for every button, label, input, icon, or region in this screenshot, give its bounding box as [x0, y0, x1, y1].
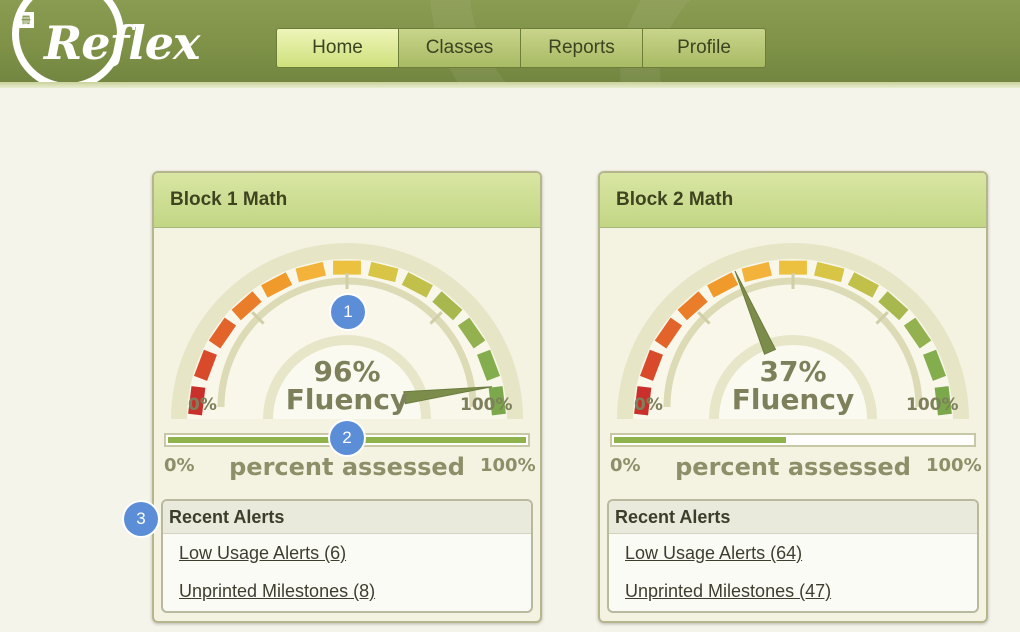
recent-alerts-title: Recent Alerts	[163, 501, 531, 534]
nav-tab-classes[interactable]: Classes	[399, 29, 521, 67]
class-card-title[interactable]: Block 1 Math	[154, 173, 540, 228]
gauge-segment	[295, 261, 326, 283]
logo-label: Reflex	[44, 16, 200, 70]
gauge-segment	[814, 261, 845, 283]
callout-marker: 3	[124, 502, 158, 536]
gauge-segment	[741, 261, 772, 283]
class-card-block-1: Block 1 Math 96% Fluency 0% 100% 0% perc…	[152, 171, 542, 623]
gauge-max-label: 100%	[460, 395, 513, 415]
low-usage-alerts-link[interactable]: Low Usage Alerts (64)	[625, 543, 977, 564]
gauge-min-label: 0%	[188, 395, 217, 415]
progress-max-label: 100%	[480, 455, 536, 476]
nav-tab-profile[interactable]: Profile	[643, 29, 765, 67]
nav-tab-reports[interactable]: Reports	[521, 29, 643, 67]
assessed-progress-fill	[614, 437, 786, 443]
app-header: 冊 Reflex Home Classes Reports Profile	[0, 0, 1020, 88]
progress-max-label: 100%	[926, 455, 982, 476]
callout-marker: 2	[330, 421, 364, 455]
logo-badge-icon: 冊	[18, 12, 34, 28]
recent-alerts-title: Recent Alerts	[609, 501, 977, 534]
nav-tab-home[interactable]: Home	[277, 29, 399, 67]
low-usage-alerts-link[interactable]: Low Usage Alerts (6)	[179, 543, 531, 564]
class-card-title[interactable]: Block 2 Math	[600, 173, 986, 228]
assessed-progress-bar	[610, 433, 976, 447]
recent-alerts-panel: Recent Alerts Low Usage Alerts (6) Unpri…	[161, 499, 533, 613]
app-logo[interactable]: Reflex	[44, 16, 200, 70]
gauge-segment	[368, 261, 399, 283]
callout-marker: 1	[331, 295, 365, 329]
recent-alerts-panel: Recent Alerts Low Usage Alerts (64) Unpr…	[607, 499, 979, 613]
gauge-max-label: 100%	[906, 395, 959, 415]
unprinted-milestones-link[interactable]: Unprinted Milestones (47)	[625, 581, 977, 602]
gauge-min-label: 0%	[634, 395, 663, 415]
class-card-block-2: Block 2 Math 37% Fluency 0% 100% 0% perc…	[598, 171, 988, 623]
main-nav: Home Classes Reports Profile	[276, 28, 766, 68]
unprinted-milestones-link[interactable]: Unprinted Milestones (8)	[179, 581, 531, 602]
